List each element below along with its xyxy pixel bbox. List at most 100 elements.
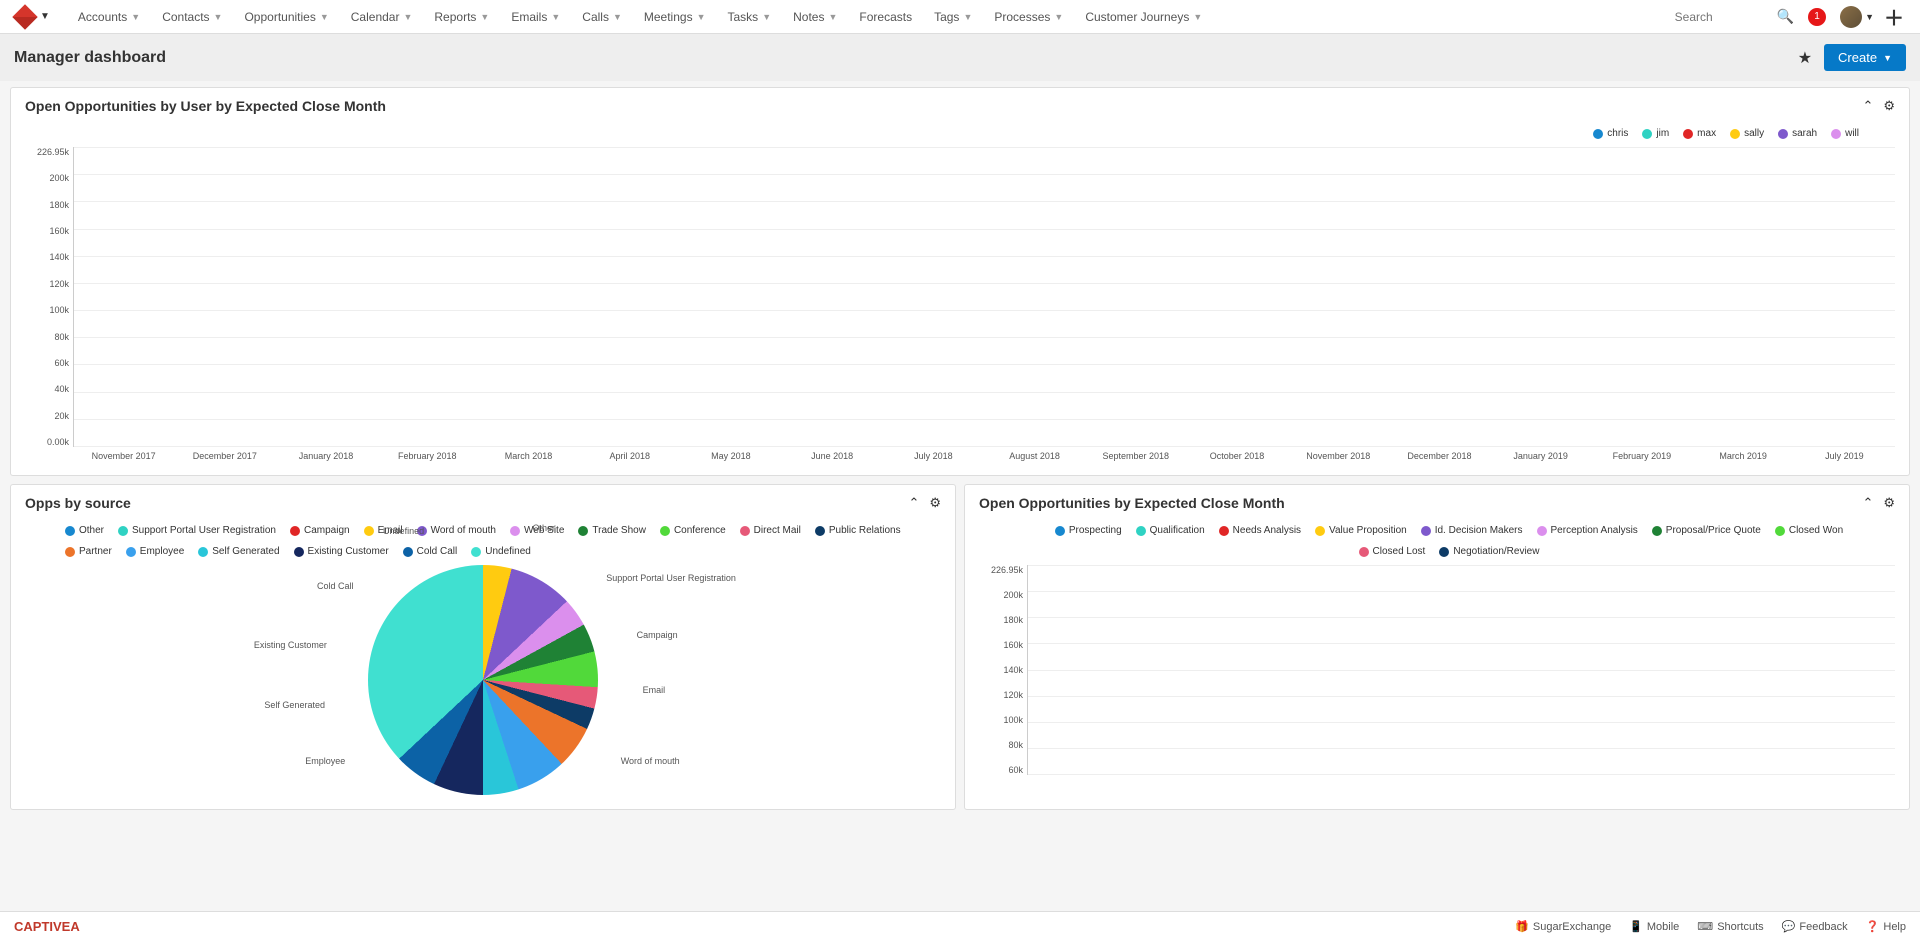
chevron-down-icon: ▼ (762, 12, 771, 22)
nav-item-notes[interactable]: Notes▼ (783, 0, 847, 34)
legend-item[interactable]: chris (1593, 128, 1628, 139)
footer: CAPTIVEA 🎁SugarExchange 📱Mobile ⌨Shortcu… (0, 911, 1920, 941)
legend-item[interactable]: Direct Mail (740, 525, 801, 536)
keyboard-icon: ⌨ (1697, 920, 1713, 933)
pie-slice-label: Support Portal User Registration (606, 573, 736, 583)
nav-item-accounts[interactable]: Accounts▼ (68, 0, 150, 34)
legend-item[interactable]: Closed Won (1775, 525, 1843, 536)
dashlet-opps-by-source: Opps by source ⌃ ⚙ Other Support Portal U… (10, 484, 956, 810)
chevron-down-icon: ▼ (828, 12, 837, 22)
legend-item[interactable]: Id. Decision Makers (1421, 525, 1523, 536)
nav-item-tasks[interactable]: Tasks▼ (718, 0, 782, 34)
collapse-icon[interactable]: ⌃ (908, 495, 919, 511)
legend-item[interactable]: Existing Customer (294, 546, 389, 557)
footer-link-shortcuts[interactable]: ⌨Shortcuts (1697, 920, 1763, 933)
legend-item[interactable]: Support Portal User Registration (118, 525, 276, 536)
gear-icon[interactable]: ⚙ (1883, 98, 1895, 114)
legend-item[interactable]: Proposal/Price Quote (1652, 525, 1761, 536)
legend-item[interactable]: Trade Show (578, 525, 646, 536)
gear-icon[interactable]: ⚙ (929, 495, 941, 511)
dashlet-opps-by-close-month: Open Opportunities by Expected Close Mon… (964, 484, 1910, 810)
chevron-down-icon: ▼ (551, 12, 560, 22)
chevron-down-icon: ▼ (1193, 12, 1202, 22)
legend-item[interactable]: Prospecting (1055, 525, 1122, 536)
page-title: Manager dashboard (14, 49, 1798, 67)
pie-slice-label: Undefined (383, 526, 424, 536)
search-input[interactable] (1669, 6, 1769, 28)
nav-item-forecasts[interactable]: Forecasts (849, 0, 922, 34)
top-nav: ▼ Accounts▼Contacts▼Opportunities▼Calend… (0, 0, 1920, 34)
legend-item[interactable]: Conference (660, 525, 726, 536)
pie-slice-label: Other (532, 523, 555, 533)
footer-brand: CAPTIVEA (14, 919, 1497, 934)
nav-item-processes[interactable]: Processes▼ (984, 0, 1073, 34)
dashlet-opps-by-user: Open Opportunities by User by Expected C… (10, 87, 1910, 476)
legend-item[interactable]: Needs Analysis (1219, 525, 1301, 536)
nav-item-emails[interactable]: Emails▼ (501, 0, 570, 34)
legend-item[interactable]: Qualification (1136, 525, 1205, 536)
footer-link-mobile[interactable]: 📱Mobile (1629, 920, 1679, 933)
legend-item[interactable]: jim (1642, 128, 1669, 139)
comment-icon: 💬 (1782, 920, 1796, 933)
chevron-down-icon: ▼ (131, 12, 140, 22)
help-icon: ❓ (1866, 920, 1880, 933)
legend-item[interactable]: Negotiation/Review (1439, 546, 1539, 557)
chevron-down-icon: ▼ (320, 12, 329, 22)
nav-item-calendar[interactable]: Calendar▼ (341, 0, 423, 34)
create-button[interactable]: Create▼ (1824, 44, 1906, 71)
pie-slice-label: Existing Customer (254, 640, 327, 650)
search-box: 🔍 (1669, 6, 1794, 28)
dashlet-title: Open Opportunities by Expected Close Mon… (979, 495, 1852, 511)
legend-item[interactable]: Undefined (471, 546, 531, 557)
legend-item[interactable]: Perception Analysis (1537, 525, 1638, 536)
notification-badge[interactable]: 1 (1808, 8, 1826, 26)
legend-item[interactable]: Self Generated (198, 546, 279, 557)
legend-item[interactable]: sarah (1778, 128, 1817, 139)
pie-slice-label: Email (643, 685, 666, 695)
user-avatar[interactable] (1840, 6, 1862, 28)
legend-item[interactable]: sally (1730, 128, 1764, 139)
app-logo[interactable] (16, 8, 34, 26)
chevron-down-icon: ▼ (697, 12, 706, 22)
legend-item[interactable]: Partner (65, 546, 112, 557)
nav-item-contacts[interactable]: Contacts▼ (152, 0, 232, 34)
logo-dropdown-caret[interactable]: ▼ (40, 11, 50, 22)
nav-item-opportunities[interactable]: Opportunities▼ (234, 0, 338, 34)
pie-slice-label: Cold Call (317, 581, 354, 591)
chevron-down-icon: ▼ (963, 12, 972, 22)
favorite-star-icon[interactable]: ★ (1798, 48, 1812, 68)
legend-item[interactable]: Closed Lost (1359, 546, 1426, 557)
chevron-down-icon: ▼ (613, 12, 622, 22)
legend-item[interactable]: Employee (126, 546, 184, 557)
gear-icon[interactable]: ⚙ (1883, 495, 1895, 511)
nav-item-customer-journeys[interactable]: Customer Journeys▼ (1075, 0, 1212, 34)
page-header: Manager dashboard ★ Create▼ (0, 34, 1920, 81)
search-icon[interactable]: 🔍 (1777, 8, 1794, 25)
nav-item-tags[interactable]: Tags▼ (924, 0, 982, 34)
legend-item[interactable]: Word of mouth (417, 525, 496, 536)
pie-slice-label: Campaign (637, 630, 678, 640)
chevron-down-icon: ▼ (403, 12, 412, 22)
pie-slice-label: Self Generated (264, 700, 325, 710)
nav-item-calls[interactable]: Calls▼ (572, 0, 632, 34)
quick-create-icon[interactable]: ＋ (1884, 2, 1904, 31)
legend-item[interactable]: Campaign (290, 525, 350, 536)
mobile-icon: 📱 (1629, 920, 1643, 933)
dashlet-title: Opps by source (25, 495, 898, 511)
legend-item[interactable]: Cold Call (403, 546, 458, 557)
chevron-down-icon: ▼ (1054, 12, 1063, 22)
footer-link-help[interactable]: ❓Help (1866, 920, 1906, 933)
nav-item-reports[interactable]: Reports▼ (424, 0, 499, 34)
legend-item[interactable]: max (1683, 128, 1716, 139)
nav-item-meetings[interactable]: Meetings▼ (634, 0, 716, 34)
legend-item[interactable]: will (1831, 128, 1859, 139)
collapse-icon[interactable]: ⌃ (1862, 495, 1873, 511)
footer-link-feedback[interactable]: 💬Feedback (1782, 920, 1848, 933)
collapse-icon[interactable]: ⌃ (1862, 98, 1873, 114)
legend-item[interactable]: Other (65, 525, 104, 536)
user-menu-caret[interactable]: ▼ (1865, 12, 1874, 22)
dashlet-title: Open Opportunities by User by Expected C… (25, 98, 1852, 114)
legend-item[interactable]: Public Relations (815, 525, 901, 536)
legend-item[interactable]: Value Proposition (1315, 525, 1407, 536)
footer-link-sugarexchange[interactable]: 🎁SugarExchange (1515, 920, 1611, 933)
